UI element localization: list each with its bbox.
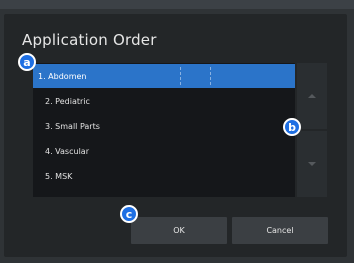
list-item[interactable]: 5. MSK: [33, 164, 295, 188]
list-item-label: 3. Small Parts: [45, 121, 100, 131]
callout-a-badge: a: [18, 53, 36, 71]
list-item-label: 4. Vascular: [45, 146, 89, 156]
cancel-button-label: Cancel: [266, 226, 294, 235]
triangle-up-icon: [308, 94, 316, 98]
triangle-down-icon: [308, 162, 316, 166]
ok-button[interactable]: OK: [131, 217, 227, 244]
callout-c-label: c: [125, 207, 133, 221]
move-up-button[interactable]: [297, 63, 327, 129]
cancel-button[interactable]: Cancel: [232, 217, 328, 244]
top-strip: [0, 0, 354, 9]
selection-divider: [210, 67, 211, 85]
list-item[interactable]: 1. Abdomen: [33, 64, 295, 88]
move-down-button[interactable]: [297, 131, 327, 197]
ok-button-label: OK: [173, 226, 185, 235]
dialog-title: Application Order: [22, 31, 157, 49]
callout-b-label: b: [288, 120, 296, 134]
application-list[interactable]: 1. Abdomen 2. Pediatric 3. Small Parts 4…: [33, 63, 295, 197]
callout-b-badge: b: [283, 118, 301, 136]
list-item[interactable]: 3. Small Parts: [33, 114, 295, 138]
callout-a-label: a: [23, 55, 31, 69]
list-item-label: 1. Abdomen: [38, 71, 87, 81]
list-item-label: 5. MSK: [45, 171, 73, 181]
callout-c-badge: c: [120, 205, 138, 223]
selection-divider: [180, 67, 181, 85]
list-item[interactable]: 2. Pediatric: [33, 89, 295, 113]
list-item[interactable]: 4. Vascular: [33, 139, 295, 163]
list-item-label: 2. Pediatric: [45, 96, 90, 106]
